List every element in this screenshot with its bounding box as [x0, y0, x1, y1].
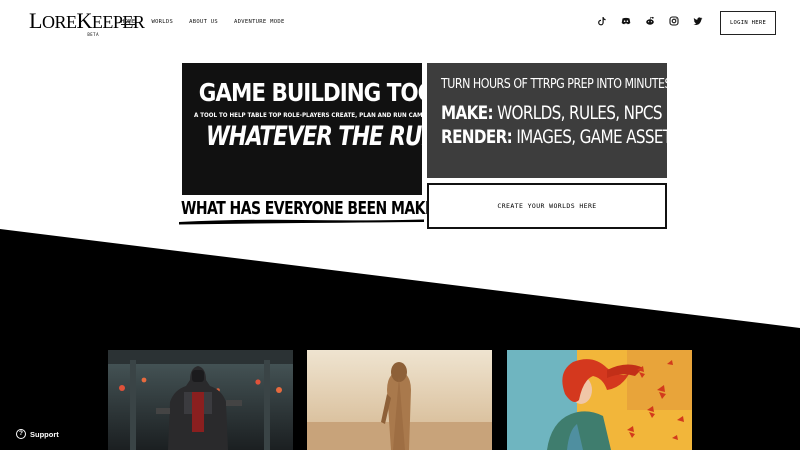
social-links [597, 16, 703, 26]
everyone-making-link[interactable]: WHAT HAS EVERYONE BEEN MAKING? [181, 199, 460, 219]
make-label: MAKE: [441, 102, 494, 124]
hero-prep-line: TURN HOURS OF TTRPG PREP INTO MINUTES [441, 76, 667, 92]
support-button[interactable]: ? Support [16, 429, 59, 439]
red-haired-woman-butterflies-image[interactable] [507, 350, 692, 450]
hero-make-line: MAKE: WORLDS, RULES, NPCS [441, 102, 663, 124]
desert-wanderer-image[interactable] [307, 350, 492, 450]
hero-panel-features: TURN HOURS OF TTRPG PREP INTO MINUTES MA… [427, 63, 667, 178]
main-nav: HOME WORLDS ABOUT US ADVENTURE MODE [121, 19, 285, 25]
nav-about-us[interactable]: ABOUT US [189, 19, 218, 25]
hero-title: GAME BUILDING TOOLS [198, 78, 422, 107]
hero-tagline: WHATEVER THE RULES. [206, 121, 422, 152]
tiktok-icon[interactable] [597, 16, 607, 26]
make-items: WORLDS, RULES, NPCS [497, 102, 662, 124]
hero-render-line: RENDER: IMAGES, GAME ASSETS [441, 126, 667, 148]
logo[interactable]: LOREKEEPER BETA [29, 8, 145, 38]
hero-panel-game-building: GAME BUILDING TOOLS A TOOL TO HELP TABLE… [182, 63, 422, 195]
login-button[interactable]: LOGIN HERE [720, 11, 776, 35]
logo-beta-tag: BETA [87, 32, 99, 37]
render-items: IMAGES, GAME ASSETS [516, 126, 667, 148]
hero-subtitle: A TOOL TO HELP TABLE TOP ROLE-PLAYERS CR… [194, 112, 422, 119]
render-label: RENDER: [441, 126, 513, 148]
armored-knight-image[interactable] [108, 350, 293, 450]
nav-home[interactable]: HOME [121, 19, 135, 25]
support-label: Support [30, 429, 59, 439]
help-icon: ? [16, 429, 26, 439]
nav-adventure-mode[interactable]: ADVENTURE MODE [234, 19, 285, 25]
discord-icon[interactable] [621, 16, 631, 26]
create-worlds-button[interactable]: CREATE YOUR WORLDS HERE [427, 183, 667, 229]
logo-wordmark: LOREKEEPER [29, 8, 145, 33]
twitter-icon[interactable] [693, 16, 703, 26]
instagram-icon[interactable] [669, 16, 679, 26]
brush-underline [179, 219, 424, 225]
reddit-icon[interactable] [645, 16, 655, 26]
nav-worlds[interactable]: WORLDS [151, 19, 173, 25]
